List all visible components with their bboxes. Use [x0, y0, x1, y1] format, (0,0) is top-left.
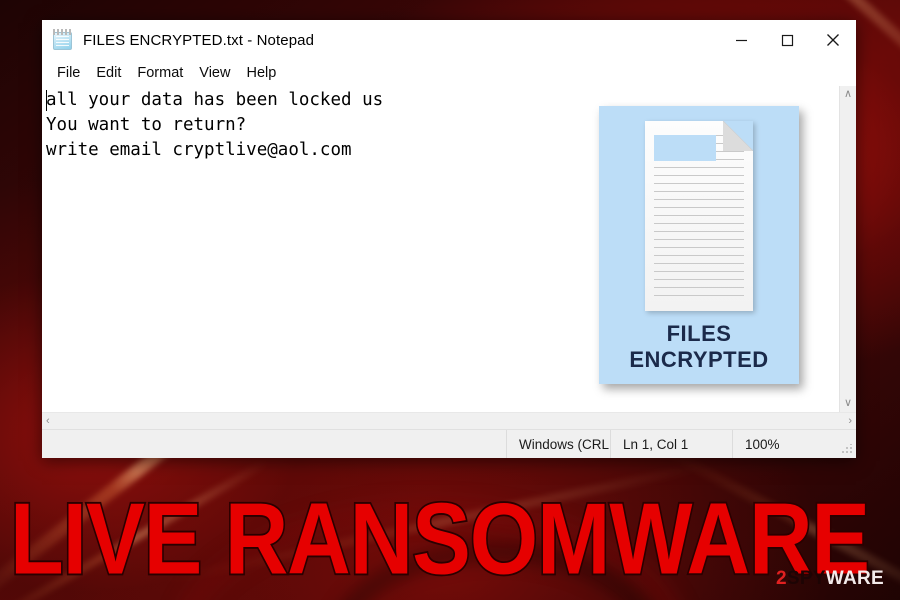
menu-item-help[interactable]: Help — [239, 63, 283, 83]
status-bar: Windows (CRLF Ln 1, Col 1 100% — [42, 429, 856, 458]
watermark-part-1: 2 — [776, 568, 787, 589]
close-button[interactable] — [810, 20, 856, 60]
caption-line-2: ENCRYPTED — [629, 347, 769, 372]
title-bar[interactable]: FILES ENCRYPTED.txt - Notepad — [42, 20, 856, 60]
watermark-part-3: WARE — [825, 568, 884, 589]
vertical-scrollbar[interactable]: ∧ ∨ — [839, 86, 856, 412]
scroll-down-icon[interactable]: ∨ — [844, 398, 852, 409]
resize-grip-icon[interactable] — [842, 444, 852, 454]
editor-area: all your data has been locked us You wan… — [42, 86, 856, 412]
notepad-window: FILES ENCRYPTED.txt - Notepad File Edit … — [42, 20, 856, 458]
maximize-button[interactable] — [764, 20, 810, 60]
horizontal-scrollbar[interactable]: ‹ › — [42, 412, 856, 429]
notepad-icon — [52, 29, 74, 51]
menu-item-file[interactable]: File — [50, 63, 87, 83]
files-encrypted-image: FILES ENCRYPTED — [599, 106, 799, 384]
text-editor[interactable]: all your data has been locked us You wan… — [42, 86, 839, 412]
document-icon — [645, 121, 753, 311]
minimize-button[interactable] — [718, 20, 764, 60]
text-caret — [46, 90, 47, 111]
status-zoom-value: 100% — [745, 436, 780, 452]
scroll-left-icon[interactable]: ‹ — [46, 415, 50, 427]
status-encoding: Windows (CRLF — [506, 430, 610, 458]
scroll-right-icon[interactable]: › — [848, 415, 852, 427]
window-controls — [718, 20, 856, 60]
scroll-up-icon[interactable]: ∧ — [844, 89, 852, 100]
screenshot-root: FILES ENCRYPTED.txt - Notepad File Edit … — [0, 0, 900, 600]
menu-bar: File Edit Format View Help — [42, 60, 856, 86]
banner-title: LIVE RANSOMWARE — [8, 480, 871, 597]
menu-item-view[interactable]: View — [192, 63, 237, 83]
ransomware-banner: LIVE RANSOMWARE 2SPYWARE — [0, 478, 900, 600]
watermark-part-2: SPY — [786, 568, 826, 589]
status-line-column: Ln 1, Col 1 — [610, 430, 732, 458]
menu-item-edit[interactable]: Edit — [89, 63, 128, 83]
caption-line-1: FILES — [666, 321, 732, 346]
menu-item-format[interactable]: Format — [130, 63, 190, 83]
site-watermark: 2SPYWARE — [776, 568, 884, 590]
status-zoom: 100% — [732, 430, 856, 458]
window-title: FILES ENCRYPTED.txt - Notepad — [83, 31, 315, 49]
status-bar-spacer — [42, 430, 506, 458]
files-encrypted-caption: FILES ENCRYPTED — [629, 321, 768, 373]
